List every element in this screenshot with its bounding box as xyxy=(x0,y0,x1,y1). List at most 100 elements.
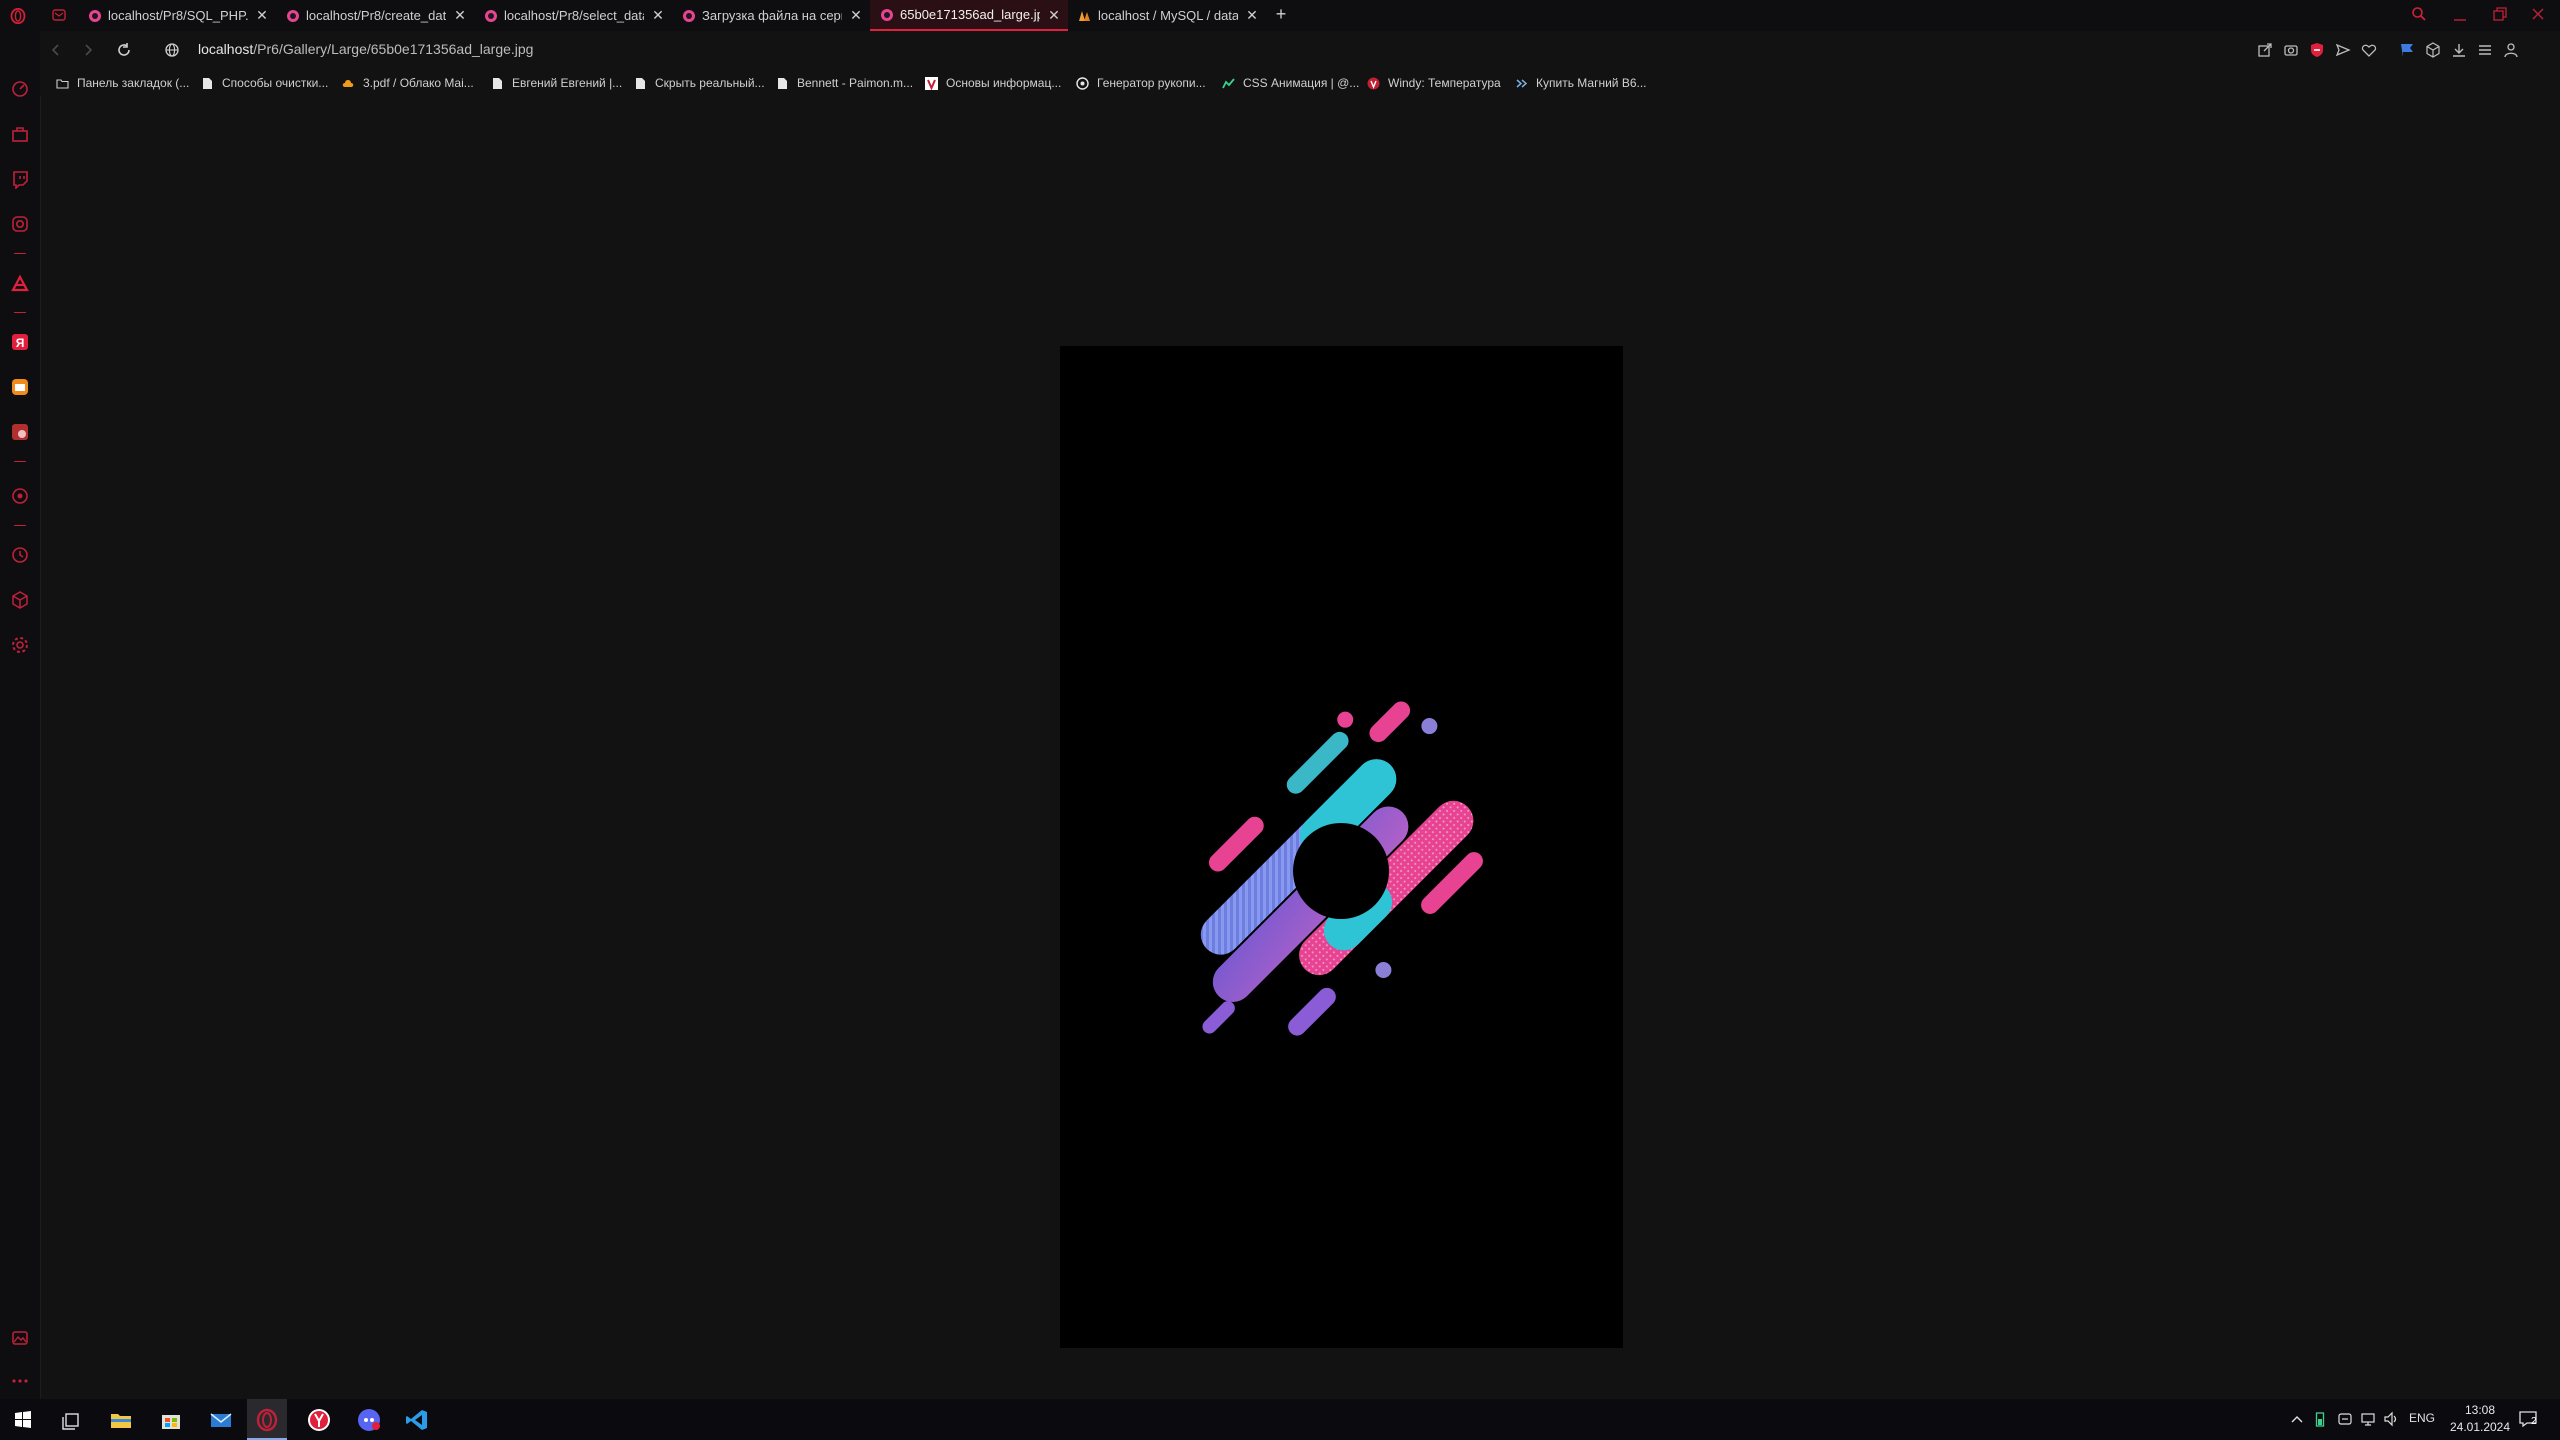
close-tab-icon[interactable]: ✕ xyxy=(1244,7,1260,23)
mail-app-icon[interactable] xyxy=(10,377,30,397)
settings-gear-icon[interactable] xyxy=(10,635,30,655)
gallery-image-icon[interactable] xyxy=(10,1328,30,1348)
opera-gx-taskbar-icon[interactable] xyxy=(254,1407,280,1433)
tab-label: 65b0e171356ad_large.jpg xyxy=(900,7,1040,22)
vk-app-icon[interactable] xyxy=(10,422,30,442)
speed-dial-icon[interactable] xyxy=(10,79,30,99)
share-icon[interactable] xyxy=(2257,42,2273,58)
bookmark-label: Windy: Температура xyxy=(1388,76,1501,90)
page-viewport xyxy=(41,96,2560,1399)
bookmark-item[interactable]: Генератор рукопи... xyxy=(1076,74,1206,92)
abstract-logo-artwork xyxy=(1200,701,1483,1036)
windows-start-icon[interactable] xyxy=(10,1407,36,1433)
bookmark-item[interactable]: 3.pdf / Облако Mai... xyxy=(342,74,474,92)
bookmark-heart-icon[interactable] xyxy=(2361,42,2377,58)
ms-store-icon[interactable] xyxy=(158,1407,184,1433)
twitch-icon[interactable] xyxy=(10,169,30,189)
vscode-icon[interactable] xyxy=(404,1407,430,1433)
sidebar-divider xyxy=(14,253,26,254)
clock[interactable]: 13:08 24.01.2024 xyxy=(2440,1402,2520,1436)
close-tab-icon[interactable]: ✕ xyxy=(1046,7,1062,23)
reload-icon[interactable] xyxy=(116,42,132,58)
language-indicator[interactable]: ENG xyxy=(2409,1411,2435,1425)
tab-label: localhost/Pr8/select_data xyxy=(504,8,644,23)
bookmarks-bar: Панель закладок (... Способы очистки... … xyxy=(40,69,2560,96)
document-icon xyxy=(491,77,504,90)
tab-bar: localhost/Pr8/SQL_PHP.php ✕ localhost/Pr… xyxy=(0,0,2560,31)
snapshot-camera-icon[interactable] xyxy=(2283,42,2299,58)
bookmark-item[interactable]: Евгений Евгений |... xyxy=(491,74,622,92)
php-favicon-icon xyxy=(88,9,102,23)
bookmark-item[interactable]: CSS Анимация | @... xyxy=(1222,74,1359,92)
extensions-cube-icon[interactable] xyxy=(2425,42,2441,58)
circle-logo-icon xyxy=(1076,76,1089,90)
displayed-image[interactable] xyxy=(1060,346,1623,1348)
easy-setup-menu-icon[interactable] xyxy=(2477,42,2493,58)
file-explorer-icon[interactable] xyxy=(108,1407,134,1433)
send-icon[interactable] xyxy=(2335,42,2351,58)
network-icon[interactable] xyxy=(2360,1411,2376,1427)
back-icon[interactable] xyxy=(48,42,64,58)
instagram-icon[interactable] xyxy=(10,214,30,234)
bookmark-item[interactable]: Способы очистки... xyxy=(201,74,328,92)
tab-sql-php[interactable]: localhost/Pr8/SQL_PHP.php ✕ xyxy=(78,0,276,31)
bookmark-label: 3.pdf / Облако Mai... xyxy=(363,76,474,90)
url-field[interactable]: localhost/Pr6/Gallery/Large/65b0e171356a… xyxy=(198,41,533,57)
v-logo-icon xyxy=(925,76,938,90)
bookmark-item[interactable]: Bennett - Paimon.m... xyxy=(776,74,913,92)
opera-menu-icon[interactable] xyxy=(10,8,26,24)
close-tab-icon[interactable]: ✕ xyxy=(848,7,864,23)
adblock-shield-icon[interactable] xyxy=(2309,42,2325,58)
download-icon[interactable] xyxy=(2451,42,2467,58)
volume-icon[interactable] xyxy=(2383,1411,2399,1427)
tab-label: Загрузка файла на сервер xyxy=(702,8,842,23)
yandex-icon[interactable]: Я xyxy=(10,332,30,352)
document-icon xyxy=(201,77,214,90)
forward-icon[interactable] xyxy=(80,42,96,58)
url-host: localhost xyxy=(198,41,254,57)
tray-app-icon[interactable] xyxy=(2337,1411,2353,1427)
bookmark-item[interactable]: Скрыть реальный... xyxy=(634,74,765,92)
document-icon xyxy=(776,77,789,90)
tab-image-large[interactable]: 65b0e171356ad_large.jpg ✕ xyxy=(870,0,1068,31)
bookmark-label: Способы очистки... xyxy=(222,76,329,90)
tab-phpmyadmin[interactable]: localhost / MySQL / datab ✕ xyxy=(1068,0,1266,31)
tab-list-icon[interactable] xyxy=(52,9,66,21)
aria-ai-icon[interactable] xyxy=(10,273,30,293)
history-icon[interactable] xyxy=(10,545,30,565)
close-tab-icon[interactable]: ✕ xyxy=(254,7,270,23)
close-tab-icon[interactable]: ✕ xyxy=(452,7,468,23)
bookmark-item[interactable]: Купить Магний В6... xyxy=(1515,74,1647,92)
minimize-icon[interactable] xyxy=(2450,6,2470,24)
shopping-icon[interactable] xyxy=(10,124,30,144)
profile-icon[interactable] xyxy=(2503,42,2519,58)
yandex-browser-icon[interactable] xyxy=(306,1407,332,1433)
bookmark-item[interactable]: Windy: Температура xyxy=(1367,74,1501,92)
tab-create-database[interactable]: localhost/Pr8/create_datab ✕ xyxy=(276,0,474,31)
player-icon[interactable] xyxy=(10,486,30,506)
tab-label: localhost / MySQL / datab xyxy=(1098,8,1238,23)
bookmark-label: Генератор рукопи... xyxy=(1097,76,1206,90)
task-view-icon[interactable] xyxy=(58,1407,84,1433)
close-tab-icon[interactable]: ✕ xyxy=(650,7,666,23)
flow-flag-icon[interactable] xyxy=(2399,42,2415,58)
search-tabs-icon[interactable] xyxy=(2411,6,2427,22)
more-options-icon[interactable] xyxy=(10,1371,30,1391)
extensions-icon[interactable] xyxy=(10,590,30,610)
tab-upload-file[interactable]: Загрузка файла на сервер ✕ xyxy=(672,0,870,31)
tab-select-data[interactable]: localhost/Pr8/select_data ✕ xyxy=(474,0,672,31)
restore-icon[interactable] xyxy=(2490,6,2510,24)
battery-tray-icon[interactable] xyxy=(2315,1411,2325,1427)
close-window-icon[interactable] xyxy=(2528,6,2548,24)
mail-icon[interactable] xyxy=(208,1407,234,1433)
sidebar-divider xyxy=(14,461,26,462)
bookmark-item[interactable]: Основы информац... xyxy=(925,74,1061,92)
php-favicon-icon xyxy=(484,9,498,23)
notification-count-badge: 2 xyxy=(2531,1416,2537,1427)
bookmark-item[interactable]: Панель закладок (... xyxy=(56,74,189,92)
show-hidden-icons-chevron-icon[interactable] xyxy=(2290,1413,2304,1425)
discord-icon[interactable] xyxy=(356,1407,382,1433)
new-tab-button[interactable]: + xyxy=(1272,4,1290,24)
site-info-globe-icon[interactable] xyxy=(164,42,180,58)
tab-label: localhost/Pr8/SQL_PHP.php xyxy=(108,8,248,23)
